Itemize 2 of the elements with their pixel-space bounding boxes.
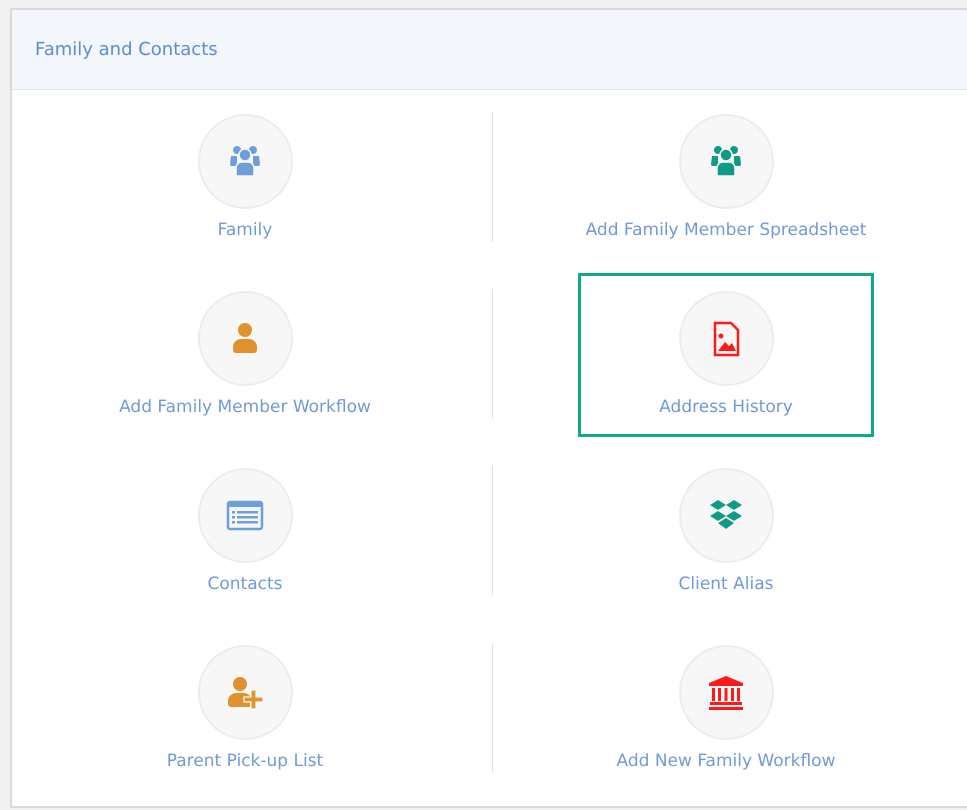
shortcut-tile[interactable]: Address History [578,273,874,437]
panel-title: Family and Contacts [35,38,218,62]
